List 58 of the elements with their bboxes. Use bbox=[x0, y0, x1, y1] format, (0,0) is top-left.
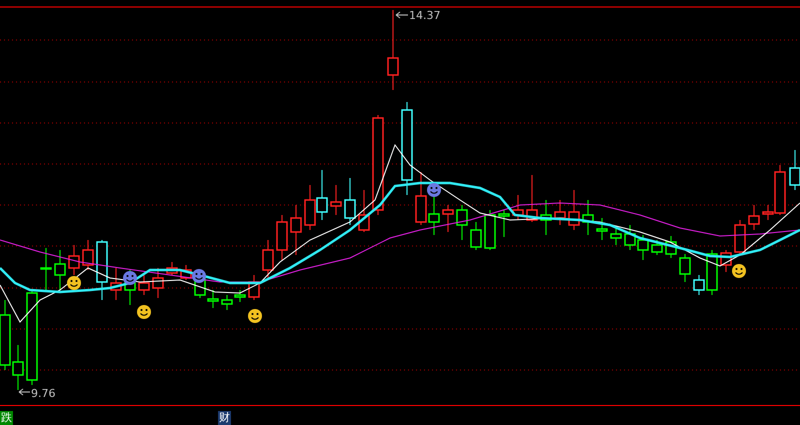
candlestick bbox=[734, 220, 746, 256]
candlestick bbox=[512, 194, 524, 220]
indicator-tab[interactable]: 跌 bbox=[0, 411, 13, 425]
candlestick bbox=[207, 290, 219, 308]
smiley-icon bbox=[427, 183, 441, 197]
candlestick bbox=[262, 240, 274, 278]
arrow-icon bbox=[18, 388, 30, 396]
candlestick bbox=[316, 170, 328, 220]
candlestick bbox=[498, 210, 510, 238]
candlestick bbox=[68, 244, 80, 276]
candlestick bbox=[526, 174, 538, 222]
candlestick bbox=[554, 200, 566, 226]
candlestick bbox=[470, 222, 482, 250]
candlestick bbox=[234, 290, 246, 302]
candlestick bbox=[290, 204, 302, 256]
smiley-icon bbox=[248, 309, 262, 323]
candlestick bbox=[166, 262, 178, 276]
candlestick bbox=[720, 250, 732, 272]
candlestick bbox=[582, 200, 594, 236]
high-price-label: 14.37 bbox=[409, 9, 440, 22]
candlestick bbox=[428, 194, 440, 236]
candlestick bbox=[610, 228, 622, 246]
candlestick bbox=[456, 204, 468, 240]
candlestick bbox=[665, 236, 677, 258]
smiley-icon bbox=[192, 269, 206, 283]
indicator-tab[interactable]: 财 bbox=[218, 411, 231, 425]
candlestick bbox=[748, 204, 760, 230]
smiley-icon bbox=[732, 264, 746, 278]
candlestick bbox=[540, 200, 552, 236]
candlestick bbox=[96, 240, 108, 300]
candlestick bbox=[304, 184, 316, 230]
smiley-icon bbox=[67, 276, 81, 290]
candlestick bbox=[484, 210, 496, 250]
candlestick bbox=[138, 274, 150, 296]
candlestick bbox=[637, 234, 649, 260]
low-price-label: 9.76 bbox=[31, 387, 56, 400]
candlestick bbox=[110, 268, 122, 300]
candlestick bbox=[568, 190, 580, 230]
candlestick bbox=[152, 268, 164, 298]
arrow-icon bbox=[396, 12, 408, 18]
candlestick bbox=[248, 274, 260, 300]
smiley-icon bbox=[137, 305, 151, 319]
candlestick bbox=[344, 178, 356, 226]
candlestick bbox=[276, 214, 288, 260]
candlestick bbox=[442, 204, 454, 232]
candlestick bbox=[40, 248, 52, 290]
candlestick bbox=[624, 224, 636, 250]
candlestick bbox=[651, 240, 663, 256]
candlestick bbox=[180, 264, 192, 280]
candlestick bbox=[330, 184, 342, 216]
candlestick bbox=[358, 190, 370, 232]
candlestick bbox=[82, 240, 94, 270]
candlestick bbox=[415, 172, 427, 226]
smiley-icon bbox=[123, 271, 137, 285]
candlestick bbox=[596, 218, 608, 240]
candlestick bbox=[221, 294, 233, 310]
candlestick bbox=[54, 250, 66, 290]
candlestick bbox=[679, 254, 691, 282]
